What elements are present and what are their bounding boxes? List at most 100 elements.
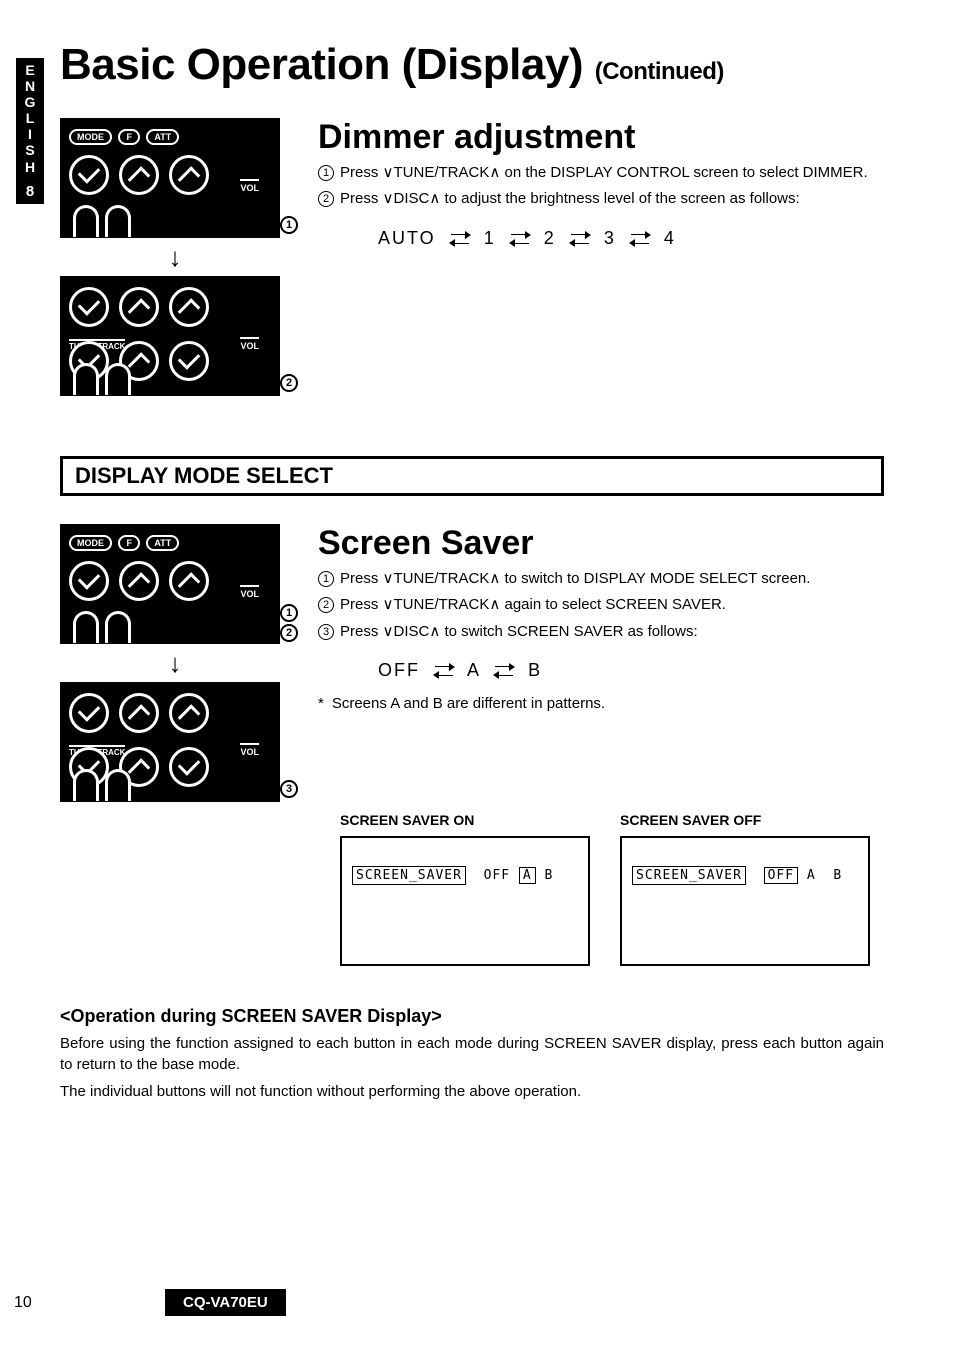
knob [69, 287, 109, 327]
knob [69, 693, 109, 733]
f-button-label: F [118, 129, 140, 145]
operation-during-heading: <Operation during SCREEN SAVER Display> [60, 1006, 884, 1027]
arrow-down-icon: ↓ [60, 244, 290, 270]
att-button-label: ATT [146, 129, 179, 145]
callout-2: 2 [280, 624, 298, 642]
step-text: Press ∨DISC∧ to adjust the brightness le… [340, 189, 800, 209]
language-label: ENGLISH [25, 62, 36, 175]
mode-button-label: MODE [69, 535, 112, 551]
bidir-arrow-icon [511, 231, 529, 247]
step-text: Press ∨TUNE/TRACK∧ to switch to DISPLAY … [340, 569, 810, 589]
step-text: Press ∨DISC∧ to switch SCREEN SAVER as f… [340, 622, 698, 642]
screen-saver-off-block: SCREEN SAVER OFF SCREEN_SAVER OFF A B [620, 812, 870, 966]
step-number-icon: 2 [318, 597, 334, 613]
seq-item: AUTO [378, 228, 436, 248]
dimmer-step-1: 1 Press ∨TUNE/TRACK∧ on the DISPLAY CONT… [318, 163, 884, 183]
knob [119, 287, 159, 327]
callout-1: 1 [280, 216, 298, 234]
callout-3: 3 [280, 780, 298, 798]
lcd-b: B [545, 868, 554, 883]
section-number: 8 [16, 183, 44, 200]
knob [169, 155, 209, 195]
mode-button-label: MODE [69, 129, 112, 145]
seq-item: 3 [604, 228, 616, 248]
asterisk-icon: * [318, 695, 324, 712]
step-text: Press ∨TUNE/TRACK∧ on the DISPLAY CONTRO… [340, 163, 868, 183]
screensaver-heading: Screen Saver [318, 524, 884, 563]
screen-saver-on-block: SCREEN SAVER ON SCREEN_SAVER OFF A B [340, 812, 590, 966]
display-mode-select-heading: DISPLAY MODE SELECT [75, 463, 869, 489]
operation-during-p1: Before using the function assigned to ea… [60, 1033, 884, 1075]
seq-item: 2 [544, 228, 556, 248]
knob [169, 561, 209, 601]
step-number-icon: 2 [318, 191, 334, 207]
lcd-a: A [807, 868, 816, 883]
screensaver-diagram: MODE F ATT VOL 1 2 ↓ [60, 524, 290, 802]
bidir-arrow-icon [451, 231, 469, 247]
seq-item: 1 [484, 228, 496, 248]
vol-label: VOL [240, 179, 259, 193]
knob [169, 693, 209, 733]
title-suffix: (Continued) [595, 58, 724, 85]
page-title: Basic Operation (Display) (Continued) [60, 40, 884, 90]
language-tab: ENGLISH 8 [16, 58, 44, 204]
lcd-heading: SCREEN SAVER ON [340, 812, 590, 828]
knob [119, 155, 159, 195]
dimmer-heading: Dimmer adjustment [318, 118, 884, 157]
seq-item: OFF [378, 660, 420, 680]
control-panel-bottom: TUNE / TRACK VOL [60, 682, 280, 802]
knob [169, 341, 209, 381]
lcd-label: SCREEN_SAVER [352, 866, 466, 885]
screensaver-note: * Screens A and B are different in patte… [318, 695, 884, 712]
bidir-arrow-icon [495, 663, 513, 679]
step-number-icon: 3 [318, 624, 334, 640]
arrow-down-icon: ↓ [60, 650, 290, 676]
vol-label: VOL [240, 585, 259, 599]
dimmer-step-2: 2 Press ∨DISC∧ to adjust the brightness … [318, 189, 884, 209]
display-mode-select-box: DISPLAY MODE SELECT [60, 456, 884, 496]
step-number-icon: 1 [318, 571, 334, 587]
lcd-display: SCREEN_SAVER OFF A B [340, 836, 590, 966]
callout-1: 1 [280, 604, 298, 622]
control-panel-top: MODE F ATT VOL [60, 524, 280, 644]
lcd-label: SCREEN_SAVER [632, 866, 746, 885]
dimmer-sequence: AUTO 1 2 3 4 [378, 228, 884, 249]
seq-item: A [467, 660, 480, 680]
control-panel-top: MODE F ATT VOL [60, 118, 280, 238]
bidir-arrow-icon [435, 663, 453, 679]
step-number-icon: 1 [318, 165, 334, 181]
screensaver-sequence: OFF A B [378, 660, 884, 681]
lcd-heading: SCREEN SAVER OFF [620, 812, 870, 828]
operation-during-p2: The individual buttons will not function… [60, 1081, 884, 1102]
knob [69, 155, 109, 195]
f-button-label: F [118, 535, 140, 551]
knob [169, 287, 209, 327]
bidir-arrow-icon [571, 231, 589, 247]
lcd-a-selected: A [519, 867, 536, 884]
screensaver-step-1: 1 Press ∨TUNE/TRACK∧ to switch to DISPLA… [318, 569, 884, 589]
seq-item: B [528, 660, 542, 680]
screensaver-step-2: 2 Press ∨TUNE/TRACK∧ again to select SCR… [318, 595, 884, 615]
model-number: CQ-VA70EU [165, 1289, 286, 1316]
page-number: 10 [14, 1294, 32, 1312]
att-button-label: ATT [146, 535, 179, 551]
knob [119, 693, 159, 733]
seq-item: 4 [664, 228, 676, 248]
title-main: Basic Operation (Display) [60, 40, 583, 89]
callout-2: 2 [280, 374, 298, 392]
lcd-off: OFF [484, 868, 510, 883]
bidir-arrow-icon [631, 231, 649, 247]
dimmer-diagram: MODE F ATT VOL 1 ↓ [60, 118, 290, 396]
control-panel-bottom: TUNE / TRACK VOL [60, 276, 280, 396]
vol-label: VOL [240, 743, 259, 757]
knob [69, 561, 109, 601]
lcd-b: B [833, 868, 842, 883]
lcd-display: SCREEN_SAVER OFF A B [620, 836, 870, 966]
note-text: Screens A and B are different in pattern… [332, 695, 605, 712]
screensaver-step-3: 3 Press ∨DISC∧ to switch SCREEN SAVER as… [318, 622, 884, 642]
lcd-off-selected: OFF [764, 867, 798, 884]
step-text: Press ∨TUNE/TRACK∧ again to select SCREE… [340, 595, 726, 615]
knob [119, 561, 159, 601]
knob [169, 747, 209, 787]
vol-label: VOL [240, 337, 259, 351]
